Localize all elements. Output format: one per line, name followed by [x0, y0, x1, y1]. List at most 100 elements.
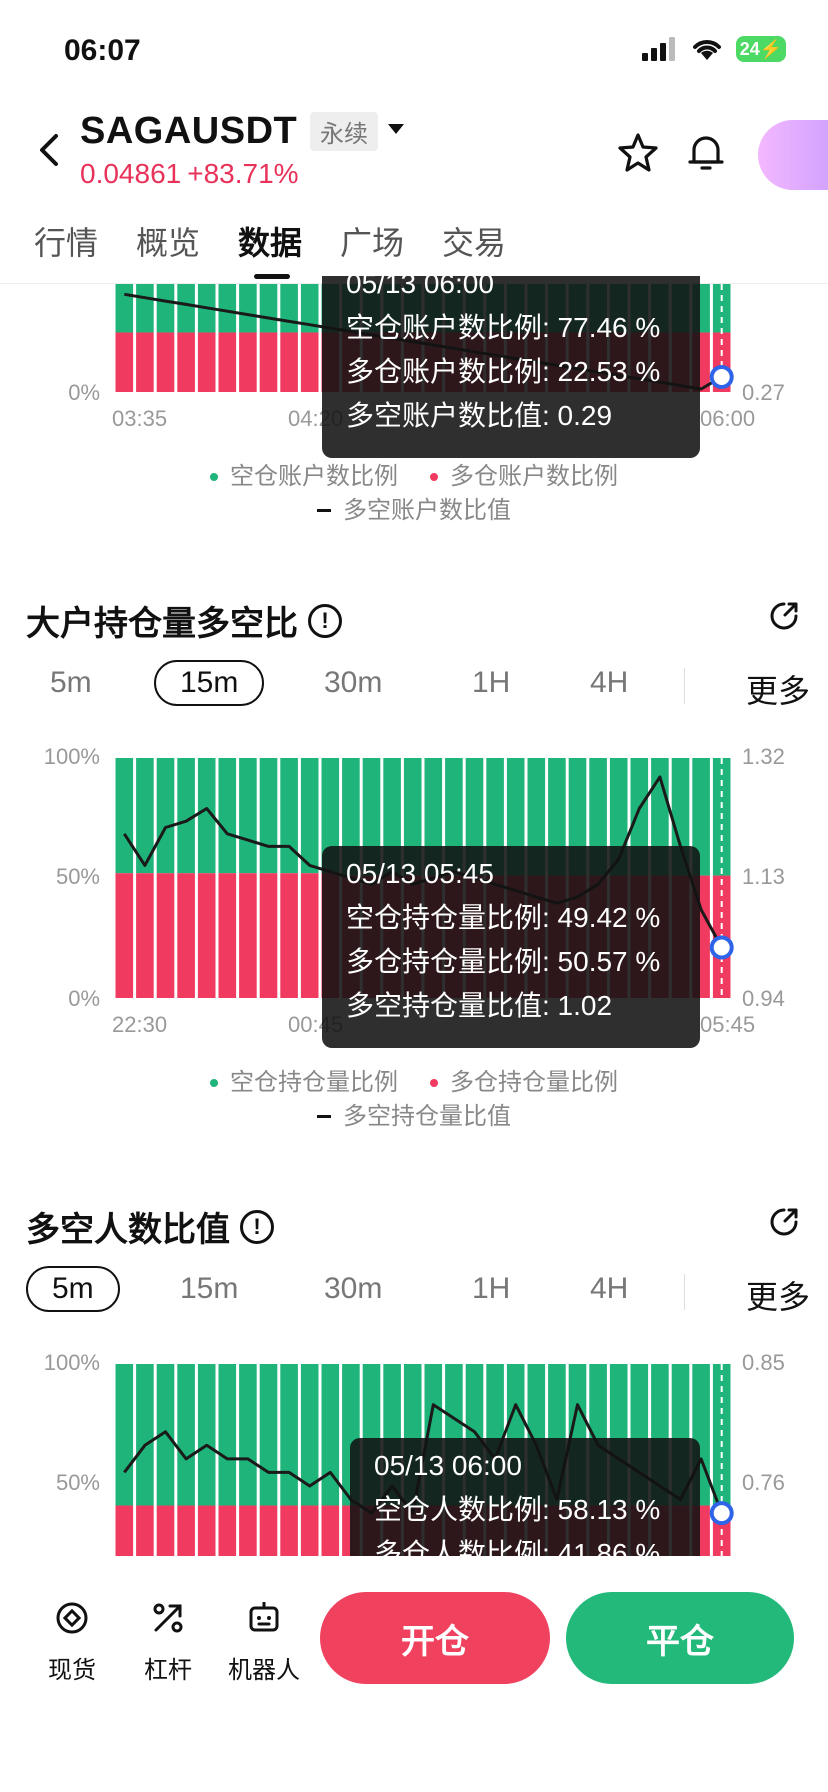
period-30m[interactable]: 30m — [324, 1272, 382, 1306]
open-external-icon[interactable] — [766, 1204, 802, 1240]
tooltip-long: 多仓人数比例: 41.86 % — [374, 1538, 661, 1556]
bar-short — [239, 1364, 257, 1506]
bar-short — [197, 1364, 216, 1506]
period-1h[interactable]: 1H — [472, 666, 510, 700]
bar-short — [300, 758, 319, 874]
period-15m[interactable]: 15m — [154, 660, 265, 706]
signal-icon — [642, 37, 675, 61]
bar-short — [259, 758, 278, 874]
period-1h[interactable]: 1H — [472, 1272, 510, 1306]
bar-long — [197, 873, 216, 998]
x-axis-label: 05:45 — [700, 1012, 755, 1037]
period-more[interactable]: 更多 — [746, 1272, 810, 1318]
tab-market[interactable]: 行情 — [34, 218, 98, 264]
bar-short — [280, 758, 298, 874]
period-more[interactable]: 更多 — [746, 666, 810, 712]
left-axis-label: 100% — [44, 744, 100, 769]
tooltip-ratio: 多空账户数比值: 0.29 — [346, 400, 613, 431]
period-selector: 5m 15m 30m 1H 4H 更多 — [0, 1266, 828, 1322]
bar-short — [177, 1364, 195, 1506]
bar-long — [177, 1505, 195, 1556]
header: SAGAUSDT 永续 0.04861 +83.71% — [0, 100, 828, 200]
star-icon[interactable] — [616, 130, 660, 174]
chevron-down-icon[interactable] — [388, 124, 404, 134]
tab-data[interactable]: 数据 — [238, 218, 302, 264]
legend-ratio[interactable]: 多空账户数比值 — [317, 490, 511, 525]
right-axis-label: 0.85 — [742, 1350, 785, 1375]
section-title-text: 大户持仓量多空比 — [26, 604, 298, 644]
bar-short — [115, 758, 134, 874]
bar-long — [218, 873, 237, 998]
bar-long — [280, 873, 298, 998]
bar-long — [156, 332, 175, 392]
battery-icon: 24 ⚡ — [736, 36, 786, 62]
tab-square[interactable]: 广场 — [340, 218, 404, 264]
period-5m[interactable]: 5m — [50, 666, 92, 700]
bar-short — [239, 284, 257, 333]
bar-long — [136, 332, 154, 392]
period-15m[interactable]: 15m — [180, 1272, 238, 1306]
bar-long — [156, 873, 175, 998]
status-time: 06:07 — [64, 34, 141, 67]
legend-long[interactable]: 多仓持仓量比例 — [430, 1062, 618, 1097]
legend-short[interactable]: 空仓账户数比例 — [210, 456, 398, 491]
bar-long — [115, 332, 134, 392]
nav-leverage[interactable]: 杠杆 — [128, 1598, 208, 1685]
period-30m[interactable]: 30m — [324, 666, 382, 700]
bar-long — [136, 1505, 154, 1556]
info-icon[interactable]: ! — [308, 603, 342, 638]
period-5m[interactable]: 5m — [26, 1266, 120, 1312]
tab-overview[interactable]: 概览 — [136, 218, 200, 264]
tooltip-ratio: 多空持仓量比值: 1.02 — [346, 990, 613, 1021]
bottom-bar: 现货 杠杆 机器人 开仓 平仓 — [0, 1556, 828, 1792]
period-4h[interactable]: 4H — [590, 666, 628, 700]
position-ratio-legend: 空仓持仓量比例 多仓持仓量比例 多空持仓量比值 — [0, 1062, 828, 1130]
price-line: 0.04861 +83.71% — [80, 158, 305, 190]
tooltip-time: 05/13 06:00 — [374, 1450, 522, 1481]
floating-assistant-button[interactable] — [758, 120, 828, 190]
symbol-title[interactable]: SAGAUSDT — [80, 110, 297, 153]
tooltip-long: 多仓账户数比例: 22.53 % — [346, 356, 661, 387]
price-change: +83.71% — [187, 158, 299, 189]
x-axis-label: 03:35 — [112, 406, 167, 431]
legend-long[interactable]: 多仓账户数比例 — [430, 456, 618, 491]
left-axis-label: 50% — [56, 1470, 100, 1495]
legend-ratio[interactable]: 多空持仓量比值 — [317, 1096, 511, 1131]
period-4h[interactable]: 4H — [590, 1272, 628, 1306]
selected-point-marker — [709, 365, 734, 389]
legend-short[interactable]: 空仓持仓量比例 — [210, 1062, 398, 1097]
account-ratio-legend: 空仓账户数比例 多仓账户数比例 多空账户数比值 — [0, 456, 828, 524]
bar-short — [259, 284, 278, 333]
bar-long — [115, 873, 134, 998]
left-axis-label: 0% — [68, 380, 100, 405]
left-axis-label: 50% — [56, 864, 100, 889]
leverage-icon — [153, 1603, 183, 1633]
bar-long — [259, 1505, 278, 1556]
bar-short — [218, 1364, 237, 1506]
nav-spot[interactable]: 现货 — [32, 1598, 112, 1685]
section-title-top-trader-position: 大户持仓量多空比 ! — [26, 596, 342, 645]
tooltip-time: 05/13 06:00 — [346, 268, 494, 299]
close-position-button[interactable]: 平仓 — [566, 1592, 794, 1684]
right-axis-label: 0.76 — [742, 1470, 785, 1495]
open-external-icon[interactable] — [766, 598, 802, 634]
tab-trade[interactable]: 交易 — [442, 218, 506, 264]
open-position-button[interactable]: 开仓 — [320, 1592, 550, 1684]
selected-point-marker — [709, 1501, 734, 1526]
contract-tag[interactable]: 永续 — [310, 112, 378, 151]
accounts-tooltip: 05/13 06:00 空仓人数比例: 58.13 % 多仓人数比例: 41.8… — [350, 1438, 700, 1556]
nav-spot-label: 现货 — [48, 1656, 96, 1684]
battery-level: 24 — [739, 38, 760, 59]
left-axis-label: 0% — [68, 986, 100, 1011]
x-axis-label: 06:00 — [700, 406, 755, 431]
bar-long — [300, 332, 319, 392]
last-price: 0.04861 — [80, 158, 182, 189]
bar-short — [177, 284, 195, 333]
tooltip-short: 空仓账户数比例: 77.46 % — [346, 312, 661, 343]
info-icon[interactable]: ! — [240, 1209, 274, 1244]
left-axis-label: 100% — [44, 1350, 100, 1375]
bar-long — [136, 873, 154, 998]
bell-icon[interactable] — [684, 130, 728, 174]
back-icon[interactable] — [30, 128, 70, 172]
nav-bot[interactable]: 机器人 — [224, 1598, 304, 1685]
